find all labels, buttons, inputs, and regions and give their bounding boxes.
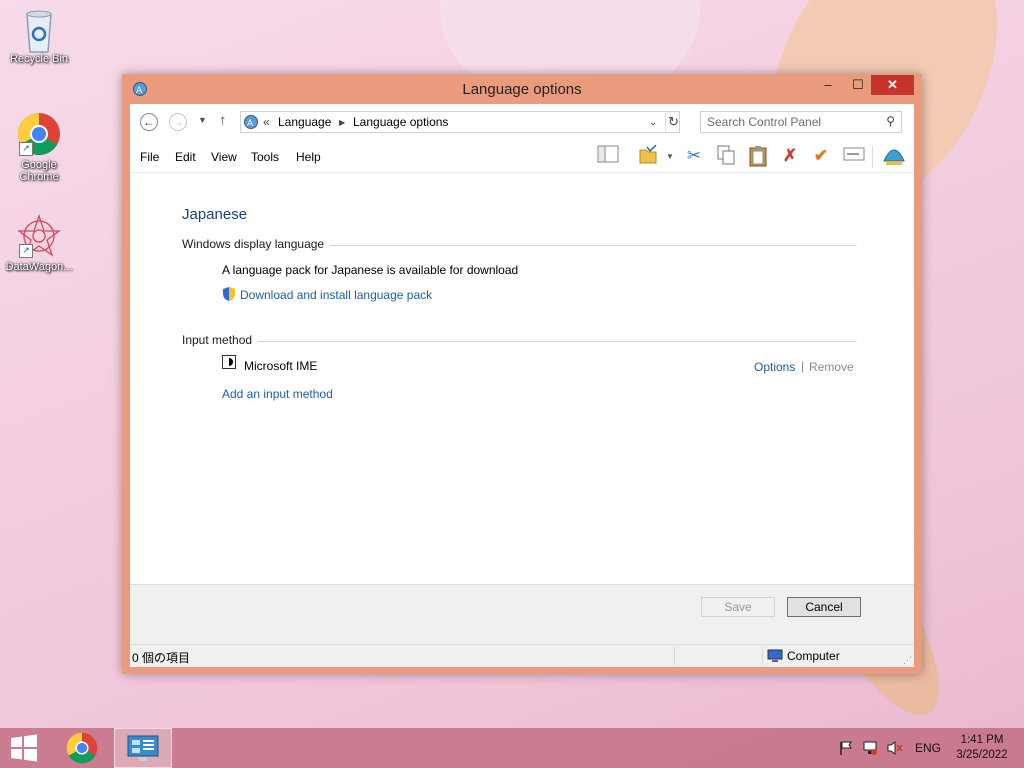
input-method-heading: Input method bbox=[182, 333, 259, 347]
dialog-footer: Save Cancel bbox=[130, 584, 914, 645]
address-dropdown-icon[interactable]: ⌄ bbox=[649, 117, 657, 128]
forward-button[interactable]: → bbox=[169, 113, 187, 131]
search-box[interactable]: ⚲ bbox=[700, 111, 902, 133]
download-language-pack-link[interactable]: Download and install language pack bbox=[240, 288, 432, 302]
section-divider bbox=[182, 341, 857, 342]
delete-icon[interactable]: ✗ bbox=[778, 145, 802, 167]
network-icon[interactable] bbox=[862, 740, 878, 759]
display-language-heading: Windows display language bbox=[182, 237, 331, 251]
preview-pane-icon[interactable] bbox=[596, 145, 620, 167]
navigation-bar: ← → ▼ ↑ A « Language ▶ Language options … bbox=[130, 104, 914, 140]
action-center-flag-icon[interactable] bbox=[838, 740, 854, 759]
clock-date: 3/25/2022 bbox=[956, 749, 1008, 761]
folder-options-icon[interactable] bbox=[636, 144, 660, 167]
copy-icon[interactable] bbox=[714, 145, 738, 167]
back-button[interactable]: ← bbox=[140, 113, 158, 131]
windows-logo-icon bbox=[11, 734, 37, 762]
menu-view[interactable]: View bbox=[211, 150, 237, 164]
window-client: ← → ▼ ↑ A « Language ▶ Language options … bbox=[130, 104, 914, 667]
language-heading: Japanese bbox=[182, 206, 248, 223]
status-bar: 0 個の項目 Computer ⋰ bbox=[130, 644, 914, 667]
breadcrumb-language-options[interactable]: Language options bbox=[353, 115, 448, 129]
breadcrumb-separator-icon[interactable]: ▶ bbox=[339, 118, 345, 127]
title-bar[interactable]: A Language options – ☐ ✕ bbox=[122, 74, 922, 104]
menu-edit[interactable]: Edit bbox=[175, 150, 196, 164]
folder-options-dropdown-icon[interactable]: ▼ bbox=[666, 152, 674, 161]
menu-file[interactable]: File bbox=[140, 150, 159, 164]
start-button[interactable] bbox=[0, 728, 48, 768]
svg-text:A: A bbox=[247, 119, 254, 129]
search-icon[interactable]: ⚲ bbox=[886, 114, 895, 128]
control-panel-icon bbox=[127, 735, 159, 761]
address-divider bbox=[665, 113, 666, 131]
desktop-icon-google-chrome[interactable]: ↗ Google Chrome bbox=[2, 112, 76, 183]
toolbar-divider bbox=[872, 146, 873, 168]
desktop-icon-label: DataWagon... bbox=[5, 261, 73, 273]
resize-grip-icon[interactable]: ⋰ bbox=[903, 655, 912, 666]
search-input[interactable] bbox=[707, 114, 877, 130]
uac-shield-icon bbox=[222, 286, 236, 302]
recycle-bin-icon bbox=[17, 6, 61, 53]
cancel-button[interactable]: Cancel bbox=[787, 597, 861, 617]
desktop-icon-recycle-bin[interactable]: Recycle Bin bbox=[2, 6, 76, 65]
window-title: Language options bbox=[462, 81, 582, 98]
location-text: Computer bbox=[787, 649, 840, 663]
menu-help[interactable]: Help bbox=[296, 150, 321, 164]
menu-tools[interactable]: Tools bbox=[251, 150, 279, 164]
language-options-window: A Language options – ☐ ✕ ← → ▼ ↑ A « Lan… bbox=[122, 74, 922, 674]
taskbar: ENG 1:41 PM 3/25/2022 bbox=[0, 728, 1024, 768]
shortcut-arrow-icon: ↗ bbox=[19, 142, 33, 156]
status-divider bbox=[762, 647, 763, 665]
clock-time: 1:41 PM bbox=[960, 734, 1004, 746]
ime-remove-link[interactable]: Remove bbox=[809, 360, 854, 374]
input-method-name: Microsoft IME bbox=[244, 359, 318, 373]
shell-icon[interactable] bbox=[882, 145, 906, 167]
datawagon-icon: ↗ bbox=[17, 213, 61, 258]
link-separator: | bbox=[801, 359, 805, 373]
system-clock[interactable]: 1:41 PM 3/25/2022 bbox=[950, 733, 1014, 763]
chrome-icon bbox=[66, 732, 98, 764]
shortcut-arrow-icon: ↗ bbox=[19, 244, 33, 258]
control-panel-icon: A bbox=[243, 114, 259, 133]
status-divider bbox=[674, 647, 675, 665]
close-button[interactable]: ✕ bbox=[871, 75, 914, 95]
desktop-icon-datawagon[interactable]: ↗ DataWagon... bbox=[2, 213, 76, 273]
recent-pages-dropdown-icon[interactable]: ▼ bbox=[198, 115, 207, 125]
taskbar-control-panel[interactable] bbox=[114, 728, 172, 768]
computer-icon bbox=[767, 648, 783, 667]
paste-icon[interactable] bbox=[746, 145, 770, 167]
refresh-icon[interactable]: ↻ bbox=[668, 114, 679, 130]
minimize-button[interactable]: – bbox=[812, 75, 844, 95]
taskbar-chrome[interactable] bbox=[58, 728, 106, 768]
address-bar[interactable]: A « Language ▶ Language options ⌄ ↻ bbox=[240, 111, 680, 133]
input-language-indicator[interactable]: ENG bbox=[915, 741, 941, 755]
breadcrumb-overflow[interactable]: « bbox=[263, 115, 270, 129]
volume-muted-icon[interactable] bbox=[886, 740, 904, 759]
up-arrow-icon[interactable]: ↑ bbox=[219, 112, 227, 129]
menu-toolbar-row: File Edit View Tools Help ▼ ✂ ✗ ✔ bbox=[130, 140, 914, 173]
ime-options-link[interactable]: Options bbox=[754, 360, 795, 374]
desktop-icon-label: Recycle Bin bbox=[9, 53, 69, 65]
properties-check-icon[interactable]: ✔ bbox=[809, 145, 833, 167]
breadcrumb-language[interactable]: Language bbox=[278, 115, 331, 129]
maximize-button[interactable]: ☐ bbox=[842, 75, 874, 95]
chrome-icon: ↗ bbox=[17, 112, 61, 156]
cut-icon[interactable]: ✂ bbox=[682, 145, 706, 167]
display-language-section: Windows display language bbox=[182, 237, 857, 253]
ime-icon bbox=[222, 355, 236, 369]
input-method-section: Input method bbox=[182, 333, 857, 349]
add-input-method-link[interactable]: Add an input method bbox=[222, 387, 333, 401]
save-button[interactable]: Save bbox=[701, 597, 775, 617]
rename-icon[interactable] bbox=[842, 145, 866, 167]
main-content: Japanese Windows display language A lang… bbox=[130, 173, 914, 584]
language-pack-message: A language pack for Japanese is availabl… bbox=[222, 263, 519, 277]
item-count-text: 0 個の項目 bbox=[132, 651, 191, 665]
desktop-icon-label: Google Chrome bbox=[19, 159, 59, 183]
